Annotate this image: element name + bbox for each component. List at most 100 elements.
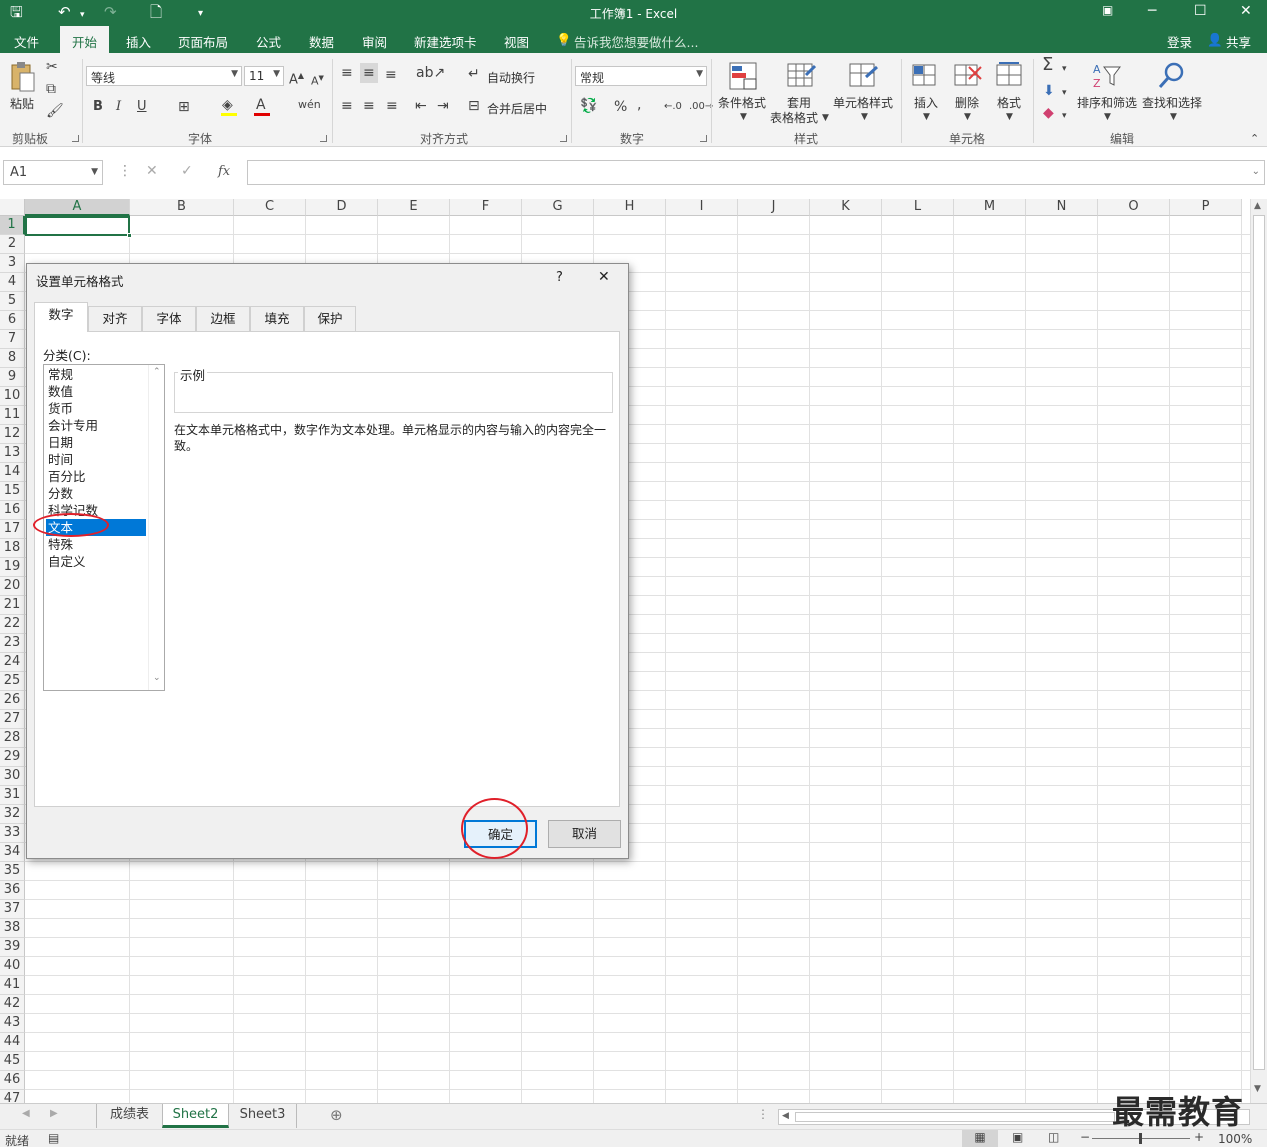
row-header[interactable]: 11 — [0, 406, 25, 425]
prev-sheet-icon[interactable]: ◀ — [22, 1108, 30, 1119]
hscroll-thumb[interactable] — [795, 1112, 1115, 1122]
minimize-icon[interactable]: ─ — [1148, 3, 1156, 19]
row-header[interactable]: 8 — [0, 349, 25, 368]
cell-styles-icon[interactable] — [848, 61, 879, 91]
category-percentage[interactable]: 百分比 — [46, 468, 146, 485]
row-header[interactable]: 47 — [0, 1090, 25, 1103]
dialog-tab-protection[interactable]: 保护 — [304, 306, 356, 331]
category-date[interactable]: 日期 — [46, 434, 146, 451]
row-header[interactable]: 42 — [0, 995, 25, 1014]
percent-icon[interactable]: % — [614, 99, 627, 115]
row-header[interactable]: 27 — [0, 710, 25, 729]
sheet-tab-1[interactable]: 成绩表 — [96, 1104, 162, 1128]
autosum-icon[interactable]: Σ — [1042, 56, 1053, 74]
merge-center-button[interactable]: 合并后居中 — [487, 100, 547, 117]
insert-cells-icon[interactable] — [911, 61, 941, 91]
column-header[interactable]: H — [594, 199, 666, 216]
tab-splitter-icon[interactable]: ⋮ — [757, 1107, 769, 1121]
borders-icon[interactable]: ⊞ — [178, 99, 190, 115]
format-cells-icon[interactable] — [995, 61, 1025, 91]
bold-button[interactable]: B — [93, 99, 103, 115]
row-header[interactable]: 14 — [0, 463, 25, 482]
row-header[interactable]: 31 — [0, 786, 25, 805]
align-center-icon[interactable]: ≡ — [363, 98, 375, 114]
font-color-icon[interactable]: A — [256, 97, 266, 113]
align-left-icon[interactable]: ≡ — [341, 98, 353, 114]
scroll-up-icon[interactable]: ▲ — [1254, 201, 1261, 211]
wrap-text-icon[interactable]: ↵ — [468, 66, 480, 82]
tab-new[interactable]: 新建选项卡 — [414, 32, 477, 51]
delete-cells-icon[interactable] — [953, 61, 983, 91]
orientation-icon[interactable]: ab↗ — [416, 65, 445, 81]
cut-icon[interactable]: ✂ — [46, 59, 58, 75]
zoom-level[interactable]: 100% — [1218, 1132, 1252, 1146]
row-header[interactable]: 9 — [0, 368, 25, 387]
insert-function-icon[interactable]: fx — [218, 164, 230, 179]
row-header[interactable]: 12 — [0, 425, 25, 444]
align-top-icon[interactable]: ≡ — [341, 65, 353, 81]
column-header[interactable]: G — [522, 199, 594, 216]
row-header[interactable]: 45 — [0, 1052, 25, 1071]
column-header[interactable]: B — [130, 199, 234, 216]
add-sheet-icon[interactable]: ⊕ — [330, 1106, 343, 1124]
row-header[interactable]: 18 — [0, 539, 25, 558]
next-sheet-icon[interactable]: ▶ — [50, 1108, 58, 1119]
sheet-tab-2[interactable]: Sheet2 — [162, 1104, 229, 1128]
column-header[interactable]: F — [450, 199, 522, 216]
row-header[interactable]: 38 — [0, 919, 25, 938]
row-header[interactable]: 13 — [0, 444, 25, 463]
row-header[interactable]: 33 — [0, 824, 25, 843]
page-break-view-icon[interactable]: ◫ — [1048, 1130, 1059, 1144]
dialog-tab-font[interactable]: 字体 — [142, 306, 196, 331]
active-cell-a1[interactable] — [25, 216, 130, 236]
row-header[interactable]: 26 — [0, 691, 25, 710]
row-header[interactable]: 28 — [0, 729, 25, 748]
fill-handle[interactable] — [127, 233, 132, 238]
format-as-table-icon[interactable] — [786, 61, 817, 91]
number-format-combo[interactable]: 常规 ▼ — [575, 66, 707, 86]
phonetic-icon[interactable]: wén — [298, 97, 321, 113]
align-bottom-icon[interactable]: ≡ — [385, 67, 397, 83]
category-custom[interactable]: 自定义 — [46, 553, 146, 570]
row-header[interactable]: 22 — [0, 615, 25, 634]
column-header[interactable]: M — [954, 199, 1026, 216]
row-header[interactable]: 17 — [0, 520, 25, 539]
tab-file[interactable]: 文件 — [14, 32, 39, 51]
clear-icon[interactable]: ◆ — [1043, 105, 1054, 121]
share-button[interactable]: 共享 — [1226, 32, 1251, 51]
underline-button[interactable]: U — [137, 99, 147, 115]
tell-me-icon[interactable]: 💡 — [556, 32, 572, 48]
increase-font-icon[interactable]: A▲ — [289, 68, 304, 88]
dialog-tab-alignment[interactable]: 对齐 — [88, 306, 142, 331]
scroll-down-icon[interactable]: ⌄ — [153, 673, 161, 683]
decrease-font-icon[interactable]: A▼ — [311, 70, 324, 90]
normal-view-icon[interactable]: ▦ — [962, 1130, 998, 1147]
tab-data[interactable]: 数据 — [309, 32, 334, 51]
row-header[interactable]: 36 — [0, 881, 25, 900]
tell-me-input[interactable]: 告诉我您想要做什么... — [574, 32, 698, 51]
collapse-ribbon-icon[interactable]: ⌃ — [1250, 131, 1259, 147]
column-header[interactable]: N — [1026, 199, 1098, 216]
row-header[interactable]: 24 — [0, 653, 25, 672]
column-header[interactable]: A — [25, 199, 130, 216]
row-header[interactable]: 21 — [0, 596, 25, 615]
category-number[interactable]: 数值 — [46, 383, 146, 400]
sign-in-link[interactable]: 登录 — [1167, 32, 1192, 51]
scroll-up-icon[interactable]: ⌃ — [153, 367, 161, 377]
row-header[interactable]: 39 — [0, 938, 25, 957]
column-header[interactable]: C — [234, 199, 306, 216]
paste-button[interactable]: 粘贴 — [10, 95, 34, 112]
row-header[interactable]: 41 — [0, 976, 25, 995]
dialog-tab-fill[interactable]: 填充 — [250, 306, 304, 331]
fill-icon[interactable]: ⬇ — [1043, 83, 1055, 99]
increase-indent-icon[interactable]: ⇥ — [437, 98, 449, 114]
scroll-left-icon[interactable]: ◀ — [782, 1111, 789, 1121]
category-fraction[interactable]: 分数 — [46, 485, 146, 502]
format-painter-icon[interactable]: 🖌 — [46, 103, 64, 119]
close-window-icon[interactable]: ✕ — [1240, 3, 1252, 19]
row-header[interactable]: 16 — [0, 501, 25, 520]
scrollbar-thumb[interactable] — [1253, 215, 1265, 1070]
select-all-corner[interactable] — [0, 199, 25, 216]
italic-button[interactable]: I — [116, 99, 121, 115]
font-size-combo[interactable]: 11 ▼ — [244, 66, 284, 86]
